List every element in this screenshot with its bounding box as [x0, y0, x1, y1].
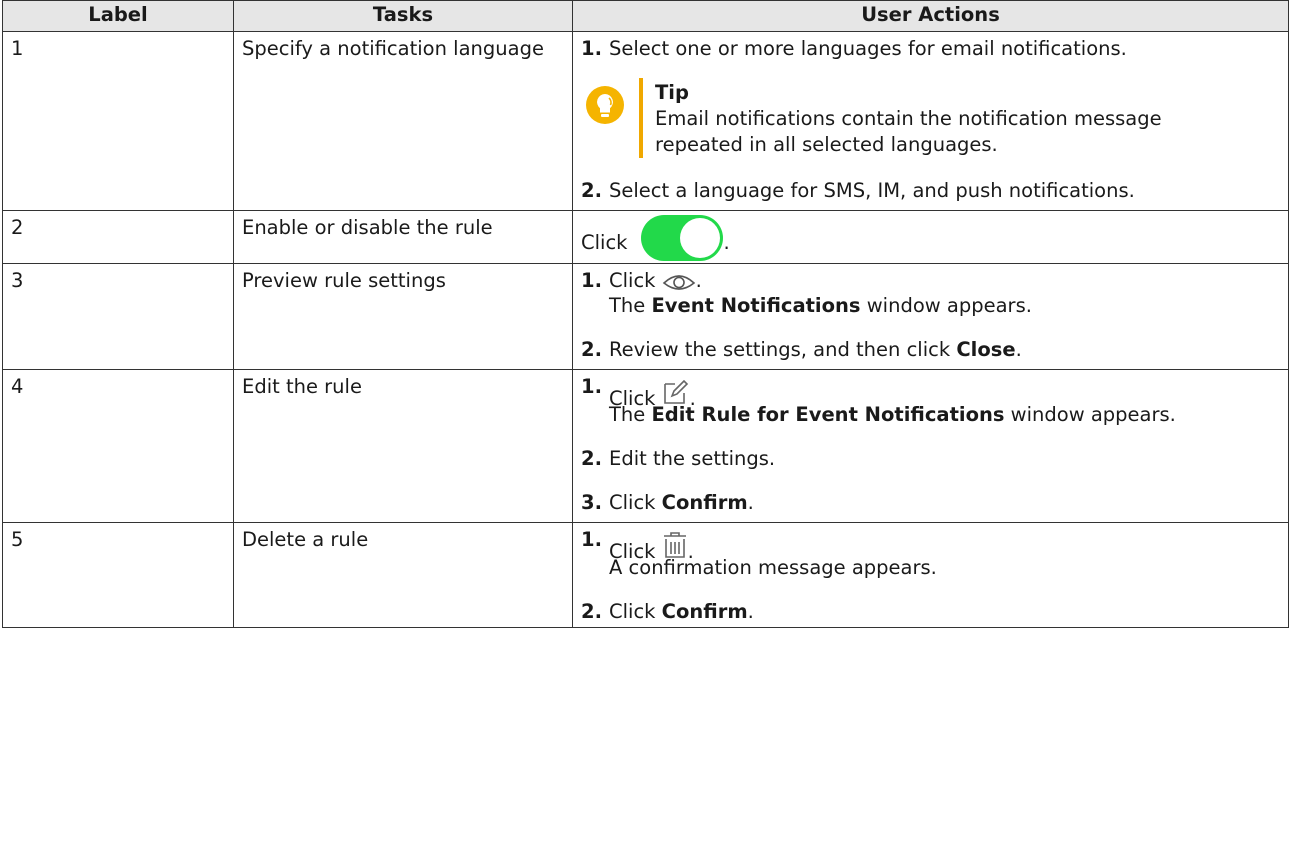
- step-number: 1.: [581, 36, 602, 60]
- step-item: 1. Select one or more languages for emai…: [581, 36, 1280, 62]
- tip-content: Tip Email notifications contain the noti…: [655, 78, 1280, 158]
- header-user-actions: User Actions: [572, 0, 1289, 32]
- tip-text: Email notifications contain the notifica…: [655, 106, 1162, 156]
- tip-title: Tip: [655, 80, 689, 104]
- tip-note: Tip Email notifications contain the noti…: [581, 77, 1280, 158]
- step-text: Click: [609, 491, 662, 515]
- row-task: Edit the rule: [233, 369, 573, 524]
- row-task: Enable or disable the rule: [233, 209, 573, 264]
- lightbulb-icon: [581, 78, 639, 158]
- row-label: 5: [2, 522, 234, 628]
- step-text: Click: [609, 599, 662, 623]
- button-name: Confirm: [661, 491, 748, 515]
- edit-icon: [663, 380, 688, 405]
- row-label: 2: [2, 209, 234, 264]
- click-text: Click: [609, 387, 656, 411]
- header-tasks: Tasks: [233, 0, 573, 32]
- table-header-row: Label Tasks User Actions: [2, 0, 1289, 32]
- step-text: Review the settings, and then click: [609, 338, 957, 362]
- row-label: 1: [2, 30, 234, 211]
- step-number: 2.: [581, 447, 602, 471]
- button-name: Confirm: [661, 599, 748, 623]
- step-number: 2.: [581, 599, 602, 623]
- tasks-table: Label Tasks User Actions 1 Specify a not…: [2, 0, 1289, 628]
- header-label: Label: [2, 0, 234, 32]
- step-text: Select a language for SMS, IM, and push …: [609, 178, 1135, 202]
- row-actions: 1. Click . The Edit Rule for Event Notif…: [572, 369, 1289, 524]
- table-row: 4 Edit the rule 1. Click . The Edit Rule…: [2, 369, 1289, 524]
- window-name: Edit Rule for Event Notifications: [651, 403, 1005, 427]
- step-item: 3. Click Confirm.: [581, 490, 1280, 516]
- row-actions: 1. Click . The Event Notifications windo…: [572, 262, 1289, 371]
- step-text: Edit the settings.: [609, 447, 776, 471]
- period-text: .: [723, 230, 730, 254]
- step-item: 2. Review the settings, and then click C…: [581, 337, 1280, 363]
- row-actions: Click.: [572, 209, 1289, 264]
- toggle-switch-icon: [641, 214, 724, 261]
- row-actions: 1. Click . A confirmation message appear…: [572, 522, 1289, 628]
- step-number: 1.: [581, 375, 602, 399]
- step-item: 1. Click . The Event Notifications windo…: [581, 268, 1280, 320]
- row-label: 4: [2, 369, 234, 524]
- step-text: window appears.: [860, 294, 1032, 318]
- row-label: 3: [2, 262, 234, 371]
- step-number: 2.: [581, 338, 602, 362]
- click-text: Click: [581, 230, 628, 254]
- step-text: A confirmation message appears.: [609, 556, 937, 580]
- eye-icon: [662, 275, 695, 291]
- table-row: 1 Specify a notification language 1. Sel…: [2, 30, 1289, 211]
- click-text: Click: [609, 268, 656, 292]
- step-item: 2. Edit the settings.: [581, 446, 1280, 472]
- period-text: .: [689, 387, 696, 411]
- step-item: 1. Click . A confirmation message appear…: [581, 527, 1280, 581]
- period-text: .: [747, 491, 754, 515]
- step-number: 1.: [581, 268, 602, 292]
- table-row: 5 Delete a rule 1. Click . A confirmatio…: [2, 522, 1289, 628]
- step-item: 2. Select a language for SMS, IM, and pu…: [581, 178, 1280, 204]
- table-row: 3 Preview rule settings 1. Click . The E…: [2, 262, 1289, 371]
- button-name: Close: [956, 338, 1016, 362]
- step-text: The: [609, 294, 652, 318]
- step-item: 1. Click . The Edit Rule for Event Notif…: [581, 374, 1280, 428]
- period-text: .: [1015, 338, 1022, 362]
- step-text: Select one or more languages for email n…: [609, 36, 1127, 60]
- row-task: Specify a notification language: [233, 30, 573, 211]
- step-text: window appears.: [1004, 403, 1176, 427]
- step-number: 2.: [581, 178, 602, 202]
- step-number: 1.: [581, 528, 602, 552]
- step-item: 2. Click Confirm.: [581, 599, 1280, 625]
- toggle-knob: [680, 217, 721, 258]
- window-name: Event Notifications: [651, 294, 861, 318]
- period-text: .: [687, 540, 694, 564]
- step-number: 3.: [581, 491, 602, 515]
- table-row: 2 Enable or disable the rule Click.: [2, 209, 1289, 264]
- click-text: Click: [609, 540, 656, 564]
- period-text: .: [747, 599, 754, 623]
- tip-accent-bar: [639, 77, 643, 158]
- row-actions: 1. Select one or more languages for emai…: [572, 30, 1289, 211]
- period-text: .: [695, 268, 702, 292]
- row-task: Delete a rule: [233, 522, 573, 628]
- trash-icon: [663, 532, 686, 558]
- row-task: Preview rule settings: [233, 262, 573, 371]
